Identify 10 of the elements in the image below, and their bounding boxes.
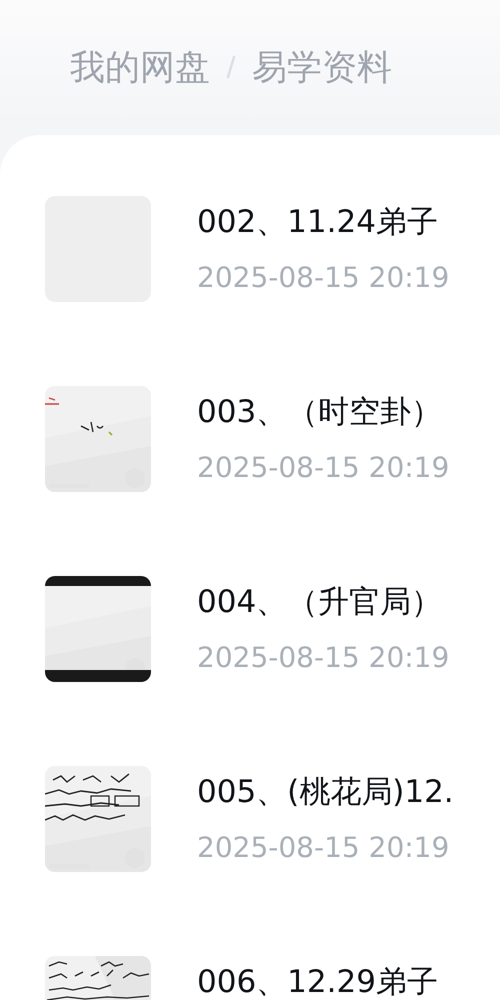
separator-icon [226,54,236,80]
file-name[interactable]: 003、（时空卦） [197,394,450,430]
file-date: 2025-08-15 20:19 [197,450,450,486]
file-name[interactable]: 005、(桃花局)12. [197,774,454,810]
file-name[interactable]: 002、11.24弟子 [197,204,450,240]
file-name[interactable]: 006、12.29弟子 [197,964,438,1000]
file-date: 2025-08-15 20:19 [197,830,450,866]
file-date: 2025-08-15 20:19 [197,260,450,296]
file-name[interactable]: 004、（升官局） [197,584,450,620]
file-date: 2025-08-15 20:19 [197,640,450,676]
